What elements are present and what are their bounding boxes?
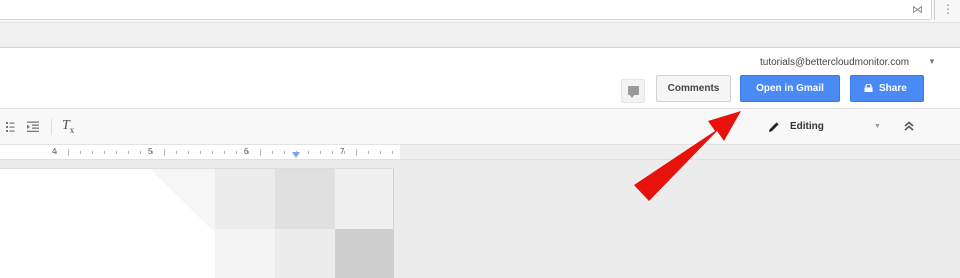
ruler-tick: [236, 151, 237, 154]
ruler-tick: [104, 151, 105, 154]
clear-formatting-glyph: T: [62, 118, 70, 133]
ruler-tick: [272, 151, 273, 154]
ruler-tick: [320, 151, 321, 154]
docs-header: tutorials@bettercloudmonitor.com ▼ Comme…: [0, 48, 960, 108]
share-button[interactable]: Share: [850, 75, 924, 102]
ruler-tick: [140, 151, 141, 154]
ruler-tick: [212, 151, 213, 154]
toolbar-divider: [51, 119, 52, 135]
page-shadow-pattern: [150, 169, 393, 278]
ruler-tick: [164, 149, 165, 156]
pencil-icon: [769, 122, 779, 132]
account-email[interactable]: tutorials@bettercloudmonitor.com: [760, 57, 909, 68]
pattern-tile: [335, 169, 393, 229]
ruler-tick: [188, 151, 189, 154]
browser-toolbar: ⋈ ⋮: [0, 0, 960, 22]
chat-button[interactable]: [621, 79, 645, 103]
bookmarks-bar: [0, 22, 960, 48]
pattern-tile: [275, 229, 335, 278]
account-dropdown-icon[interactable]: ▼: [928, 57, 936, 66]
ruler-tick: [284, 151, 285, 154]
horizontal-ruler[interactable]: 4 5 6 7: [0, 145, 400, 160]
double-chevron-up-icon[interactable]: [902, 119, 916, 133]
ruler-number: 5: [148, 147, 153, 156]
ruler-tick: [368, 151, 369, 154]
pattern-tile: [335, 229, 393, 278]
ruler-number: 4: [52, 147, 57, 156]
extension-icon[interactable]: ⋈: [912, 3, 923, 16]
editing-mode-label: Editing: [790, 121, 824, 132]
pattern-tile: [275, 169, 335, 229]
indent-icon[interactable]: [27, 121, 39, 133]
ruler-tick: [308, 151, 309, 154]
chevron-down-icon: ▼: [874, 123, 881, 130]
document-page[interactable]: [0, 168, 394, 278]
clear-formatting-icon[interactable]: Tx: [62, 118, 74, 135]
ruler-tick: [68, 149, 69, 156]
lock-icon: [864, 84, 873, 92]
ruler-tick: [260, 149, 261, 156]
toolbar-divider: [934, 0, 935, 20]
ruler-number: 6: [244, 147, 249, 156]
ruler-tick: [176, 151, 177, 154]
ruler-tick: [392, 151, 393, 154]
ruler-tick: [380, 151, 381, 154]
screenshot-root: ⋈ ⋮ tutorials@bettercloudmonitor.com ▼ C…: [0, 0, 960, 278]
ruler-tick: [92, 151, 93, 154]
chat-icon-tail: [629, 94, 635, 98]
ruler-tick: [356, 149, 357, 156]
ruler-tick: [224, 151, 225, 154]
ruler-number: 7: [340, 147, 345, 156]
bulleted-list-icon[interactable]: [6, 121, 18, 133]
share-button-label: Share: [879, 83, 907, 94]
ruler-tick: [128, 151, 129, 154]
ruler-margin-area: [400, 145, 960, 160]
comments-button[interactable]: Comments: [656, 75, 731, 102]
indent-marker-icon[interactable]: [292, 152, 300, 158]
ruler-tick: [200, 151, 201, 154]
pattern-tile: [215, 229, 275, 278]
clear-formatting-sub: x: [69, 124, 75, 135]
browser-menu-icon[interactable]: ⋮: [942, 2, 954, 16]
editing-mode-dropdown[interactable]: Editing ▼: [756, 118, 891, 138]
open-in-gmail-button[interactable]: Open in Gmail: [740, 75, 840, 102]
pattern-tile: [215, 169, 275, 229]
ruler-tick: [80, 151, 81, 154]
address-bar[interactable]: [0, 0, 932, 20]
formatting-toolbar: Tx Editing ▼: [0, 108, 960, 145]
ruler-tick: [332, 151, 333, 154]
ruler-tick: [116, 151, 117, 154]
